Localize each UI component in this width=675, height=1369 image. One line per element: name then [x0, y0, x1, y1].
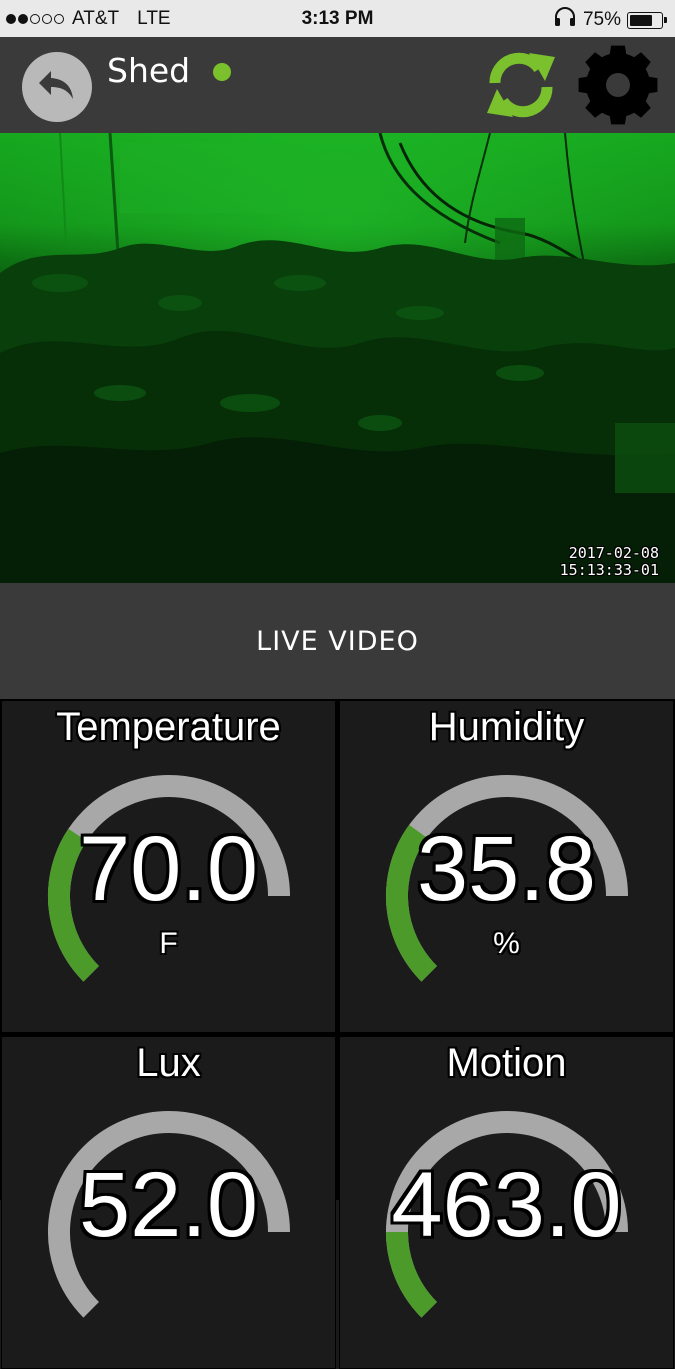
- sensor-value: 35.8: [416, 818, 597, 920]
- live-video-label: LIVE VIDEO: [256, 625, 419, 657]
- sensor-tile-lux[interactable]: Lux 52.0: [1, 1036, 336, 1369]
- sensor-grid: Temperature 70.0 F Humidity 35.8 % Lux 5…: [0, 699, 675, 1369]
- headphones-icon: [553, 7, 577, 33]
- page-title: Shed: [107, 51, 191, 90]
- status-bar: AT&T LTE 3:13 PM 75%: [0, 0, 675, 37]
- battery-percent: 75%: [582, 9, 621, 30]
- battery-fill: [630, 14, 652, 26]
- sensor-tile-motion[interactable]: Motion 463.0: [339, 1036, 674, 1369]
- refresh-icon: [487, 52, 555, 118]
- back-button[interactable]: [22, 52, 92, 122]
- sensor-value: 52.0: [78, 1154, 259, 1256]
- gear-icon: [578, 45, 658, 125]
- live-video-feed[interactable]: 2017-02-08 15:13:33-01: [0, 133, 675, 583]
- online-status-dot: [213, 63, 231, 81]
- sensor-value: 463.0: [391, 1154, 622, 1256]
- sensor-label: Humidity: [428, 705, 585, 749]
- camera-image: [0, 133, 675, 583]
- sensor-unit: F: [159, 927, 178, 960]
- sensor-tile-temperature[interactable]: Temperature 70.0 F: [1, 700, 336, 1033]
- sensor-label: Temperature: [56, 705, 281, 749]
- sensor-label: Lux: [136, 1041, 201, 1085]
- sensor-tile-humidity[interactable]: Humidity 35.8 %: [339, 700, 674, 1033]
- settings-button[interactable]: [576, 43, 660, 127]
- refresh-button[interactable]: [483, 47, 559, 123]
- back-arrow-icon: [35, 63, 79, 111]
- status-right: 75%: [553, 7, 667, 33]
- sensor-label: Motion: [446, 1041, 567, 1085]
- gear-hole: [606, 73, 630, 97]
- app-header: Shed: [0, 37, 675, 133]
- sensor-value: 70.0: [78, 818, 259, 920]
- sensor-unit: %: [493, 927, 520, 960]
- video-timestamp: 2017-02-08 15:13:33-01: [560, 545, 659, 579]
- video-date: 2017-02-08: [568, 544, 659, 562]
- live-video-button[interactable]: LIVE VIDEO: [0, 583, 675, 699]
- battery-icon: [627, 11, 667, 29]
- video-time: 15:13:33-01: [559, 561, 659, 579]
